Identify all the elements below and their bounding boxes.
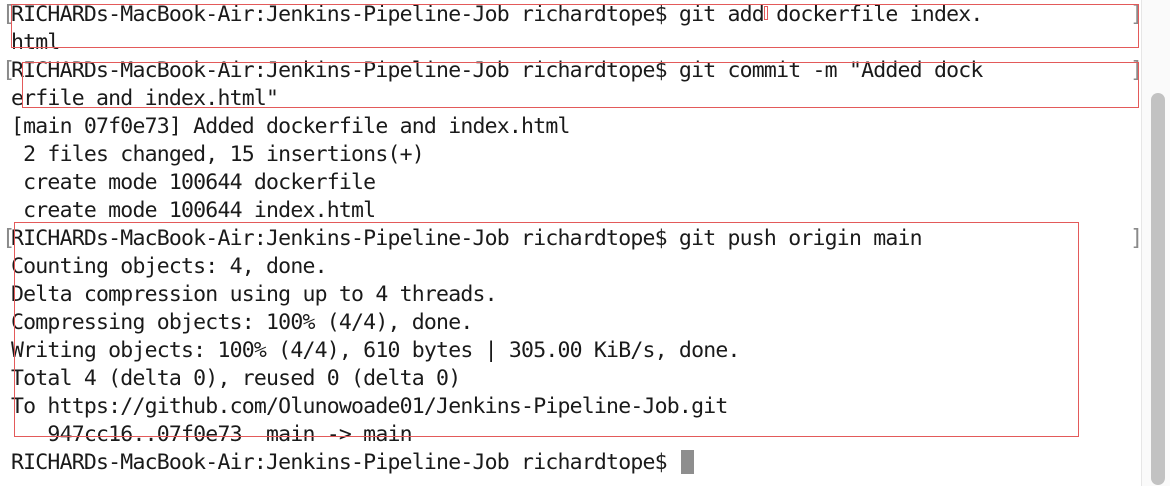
terminal-line-output: Counting objects: 4, done.	[11, 254, 328, 279]
terminal-line-output: create mode 100644 dockerfile	[11, 170, 376, 195]
text-cursor	[680, 450, 694, 474]
vertical-scrollbar[interactable]	[1141, 0, 1170, 486]
terminal-line-output: 2 files changed, 15 insertions(+)	[11, 142, 425, 167]
terminal-line-output: Total 4 (delta 0), reused 0 (delta 0)	[11, 366, 461, 391]
terminal-line-output: Writing objects: 100% (4/4), 610 bytes |…	[11, 338, 740, 363]
terminal-line-output: [main 07f0e73] Added dockerfile and inde…	[11, 114, 570, 139]
scrollbar-thumb[interactable]	[1151, 93, 1165, 485]
terminal-window[interactable]: [ ] [ ] [ ] RICHARDs-MacBook-Air:Jenkins…	[0, 0, 1143, 486]
terminal-line-command-add-wrap: html	[11, 30, 60, 55]
terminal-line-output: 947cc16..07f0e73 main -> main	[11, 422, 412, 447]
terminal-line-output: create mode 100644 index.html	[11, 198, 376, 223]
highlight-caret-marker	[764, 6, 768, 20]
terminal-line-command-commit: RICHARDs-MacBook-Air:Jenkins-Pipeline-Jo…	[11, 58, 983, 83]
terminal-line-command-commit-wrap: erfile and index.html"	[11, 86, 279, 111]
terminal-line-command-push: RICHARDs-MacBook-Air:Jenkins-Pipeline-Jo…	[11, 226, 923, 251]
terminal-line-command-add: RICHARDs-MacBook-Air:Jenkins-Pipeline-Jo…	[11, 2, 983, 27]
terminal-line-output: To https://github.com/Olunowoade01/Jenki…	[11, 394, 728, 419]
prompt-text: RICHARDs-MacBook-Air:Jenkins-Pipeline-Jo…	[11, 450, 679, 475]
terminal-line-output: Delta compression using up to 4 threads.	[11, 282, 498, 307]
terminal-line-output: Compressing objects: 100% (4/4), done.	[11, 310, 473, 335]
terminal-prompt-line[interactable]: RICHARDs-MacBook-Air:Jenkins-Pipeline-Jo…	[11, 449, 694, 477]
